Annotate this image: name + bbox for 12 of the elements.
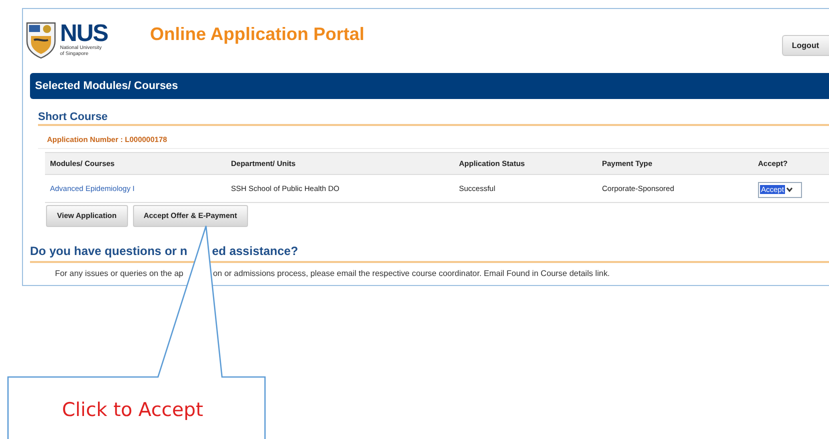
- chevron-down-icon: [784, 185, 794, 194]
- help-heading: ed assistance?: [212, 244, 298, 258]
- crest-icon: [25, 21, 57, 59]
- logout-button[interactable]: Logout: [782, 34, 829, 56]
- help-text: For any issues or queries on the ap: [55, 269, 184, 278]
- section-title: Selected Modules/ Courses: [35, 80, 178, 92]
- logo-wordmark: NUS: [60, 23, 108, 45]
- section-heading: Short Course: [38, 111, 108, 123]
- help-text: on or admissions process, please email the respective course coordinator. Email Found in Course details link.: [213, 269, 610, 278]
- portal-title: Online Application Portal: [150, 24, 364, 44]
- callout-text: Click to Accept: [62, 399, 204, 421]
- help-heading: Do you have questions or n: [30, 244, 188, 258]
